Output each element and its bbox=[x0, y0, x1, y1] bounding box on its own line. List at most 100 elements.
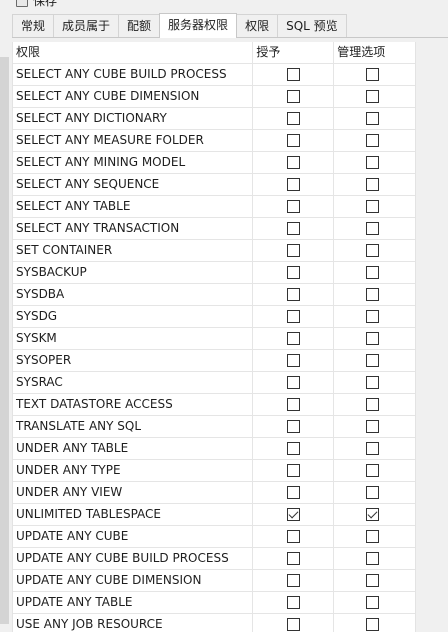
grant-checkbox[interactable] bbox=[287, 508, 301, 521]
admin-option-checkbox[interactable] bbox=[366, 266, 380, 279]
table-row[interactable]: UNDER ANY VIEW bbox=[13, 482, 415, 504]
grant-checkbox[interactable] bbox=[287, 90, 301, 103]
save-button[interactable]: 保存 bbox=[16, 0, 57, 9]
grant-checkbox[interactable] bbox=[287, 486, 301, 499]
tab-quota[interactable]: 配额 bbox=[118, 14, 161, 37]
table-row[interactable]: UPDATE ANY TABLE bbox=[13, 592, 415, 614]
header-grant[interactable]: 授予 bbox=[253, 42, 335, 63]
grant-checkbox[interactable] bbox=[287, 574, 301, 587]
table-row[interactable]: SYSRAC bbox=[13, 372, 415, 394]
table-row[interactable]: TEXT DATASTORE ACCESS bbox=[13, 394, 415, 416]
grant-checkbox[interactable] bbox=[287, 398, 301, 411]
toolbar: 保存 bbox=[0, 0, 448, 9]
table-row[interactable]: SET CONTAINER bbox=[13, 240, 415, 262]
grant-checkbox[interactable] bbox=[287, 442, 301, 455]
admin-option-checkbox[interactable] bbox=[366, 288, 380, 301]
table-row[interactable]: UNDER ANY TYPE bbox=[13, 460, 415, 482]
admin-option-checkbox[interactable] bbox=[366, 464, 380, 477]
admin-option-checkbox[interactable] bbox=[366, 398, 380, 411]
admin-option-checkbox[interactable] bbox=[366, 574, 380, 587]
grant-checkbox[interactable] bbox=[287, 244, 301, 257]
grant-checkbox[interactable] bbox=[287, 552, 301, 565]
tab-sql-preview[interactable]: SQL 预览 bbox=[277, 14, 347, 37]
privilege-name: UNDER ANY TYPE bbox=[13, 460, 254, 481]
admin-option-checkbox[interactable] bbox=[366, 354, 380, 367]
table-row[interactable]: UPDATE ANY CUBE bbox=[13, 526, 415, 548]
admin-option-checkbox[interactable] bbox=[366, 442, 380, 455]
tab-server-privileges[interactable]: 服务器权限 bbox=[159, 13, 238, 38]
grant-checkbox[interactable] bbox=[287, 376, 301, 389]
admin-option-checkbox[interactable] bbox=[366, 222, 380, 235]
grant-checkbox[interactable] bbox=[287, 354, 301, 367]
grant-checkbox[interactable] bbox=[287, 288, 301, 301]
admin-option-checkbox[interactable] bbox=[366, 244, 380, 257]
admin-option-checkbox[interactable] bbox=[366, 310, 380, 323]
admin-option-checkbox[interactable] bbox=[366, 200, 380, 213]
privilege-name: UPDATE ANY CUBE DIMENSION bbox=[13, 570, 254, 591]
grant-checkbox[interactable] bbox=[287, 156, 301, 169]
table-row[interactable]: SELECT ANY TABLE bbox=[13, 196, 415, 218]
grant-checkbox[interactable] bbox=[287, 178, 301, 191]
admin-option-checkbox[interactable] bbox=[366, 552, 380, 565]
table-row[interactable]: UNLIMITED TABLESPACE bbox=[13, 504, 415, 526]
admin-option-checkbox[interactable] bbox=[366, 134, 380, 147]
admin-option-checkbox[interactable] bbox=[366, 508, 380, 521]
admin-option-checkbox[interactable] bbox=[366, 420, 380, 433]
table-row[interactable]: SELECT ANY MEASURE FOLDER bbox=[13, 130, 415, 152]
admin-option-checkbox[interactable] bbox=[366, 156, 380, 169]
tab-general[interactable]: 常规 bbox=[12, 14, 55, 37]
table-row[interactable]: SELECT ANY TRANSACTION bbox=[13, 218, 415, 240]
grant-checkbox[interactable] bbox=[287, 420, 301, 433]
admin-option-checkbox[interactable] bbox=[366, 90, 380, 103]
admin-option-checkbox[interactable] bbox=[366, 596, 380, 609]
table-row[interactable]: SYSKM bbox=[13, 328, 415, 350]
tab-member-of[interactable]: 成员属于 bbox=[53, 14, 120, 37]
grid-header: 权限 授予 管理选项 bbox=[13, 42, 415, 64]
tab-privileges[interactable]: 权限 bbox=[236, 14, 279, 37]
table-row[interactable]: SELECT ANY DICTIONARY bbox=[13, 108, 415, 130]
grant-checkbox[interactable] bbox=[287, 112, 301, 125]
admin-option-cell bbox=[334, 240, 415, 261]
admin-option-checkbox[interactable] bbox=[366, 530, 380, 543]
admin-option-checkbox[interactable] bbox=[366, 618, 380, 631]
table-row[interactable]: SELECT ANY MINING MODEL bbox=[13, 152, 415, 174]
grant-cell bbox=[253, 460, 335, 481]
privilege-name: SELECT ANY SEQUENCE bbox=[13, 174, 254, 195]
grant-checkbox[interactable] bbox=[287, 464, 301, 477]
admin-option-checkbox[interactable] bbox=[366, 376, 380, 389]
admin-option-checkbox[interactable] bbox=[366, 112, 380, 125]
privilege-name: UNDER ANY TABLE bbox=[13, 438, 254, 459]
header-admin-option[interactable]: 管理选项 bbox=[334, 42, 415, 63]
grant-cell bbox=[253, 328, 335, 349]
grant-checkbox[interactable] bbox=[287, 222, 301, 235]
grant-checkbox[interactable] bbox=[287, 310, 301, 323]
privilege-name: SELECT ANY TABLE bbox=[13, 196, 254, 217]
admin-option-checkbox[interactable] bbox=[366, 486, 380, 499]
table-row[interactable]: UNDER ANY TABLE bbox=[13, 438, 415, 460]
table-row[interactable]: SELECT ANY CUBE DIMENSION bbox=[13, 86, 415, 108]
table-row[interactable]: TRANSLATE ANY SQL bbox=[13, 416, 415, 438]
grant-checkbox[interactable] bbox=[287, 68, 301, 81]
header-privilege[interactable]: 权限 bbox=[13, 42, 254, 63]
table-row[interactable]: SELECT ANY SEQUENCE bbox=[13, 174, 415, 196]
admin-option-checkbox[interactable] bbox=[366, 332, 380, 345]
table-row[interactable]: SYSDBA bbox=[13, 284, 415, 306]
table-row[interactable]: SELECT ANY CUBE BUILD PROCESS bbox=[13, 64, 415, 86]
admin-option-checkbox[interactable] bbox=[366, 178, 380, 191]
table-row[interactable]: USE ANY JOB RESOURCE bbox=[13, 614, 415, 632]
admin-option-checkbox[interactable] bbox=[366, 68, 380, 81]
table-row[interactable]: SYSBACKUP bbox=[13, 262, 415, 284]
grant-checkbox[interactable] bbox=[287, 332, 301, 345]
grant-checkbox[interactable] bbox=[287, 618, 301, 631]
table-row[interactable]: UPDATE ANY CUBE BUILD PROCESS bbox=[13, 548, 415, 570]
grant-checkbox[interactable] bbox=[287, 530, 301, 543]
grant-checkbox[interactable] bbox=[287, 134, 301, 147]
grant-checkbox[interactable] bbox=[287, 596, 301, 609]
grant-checkbox[interactable] bbox=[287, 266, 301, 279]
table-row[interactable]: SYSDG bbox=[13, 306, 415, 328]
grant-cell bbox=[253, 130, 335, 151]
table-row[interactable]: SYSOPER bbox=[13, 350, 415, 372]
side-scrollbar[interactable] bbox=[0, 57, 9, 624]
table-row[interactable]: UPDATE ANY CUBE DIMENSION bbox=[13, 570, 415, 592]
grant-checkbox[interactable] bbox=[287, 200, 301, 213]
